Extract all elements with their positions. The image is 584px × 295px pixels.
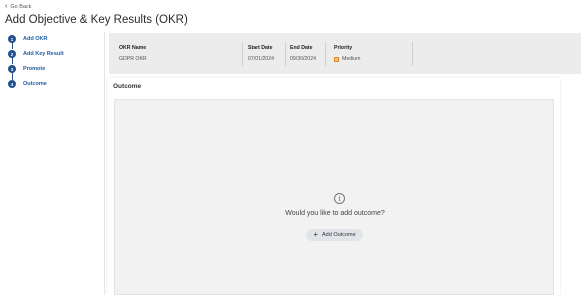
okr-summary-bar: OKR Name GDPR OKR Start Date 07/01/2024 …	[109, 33, 581, 74]
priority-value: Medium	[342, 56, 361, 62]
plus-icon: +	[313, 230, 319, 239]
start-date-label: Start Date	[248, 45, 273, 51]
page-title: Add Objective & Key Results (OKR)	[5, 14, 188, 26]
step-number: 3	[8, 65, 16, 73]
step-promote[interactable]: 3 Promote	[8, 65, 45, 73]
info-icon: i	[334, 193, 345, 204]
step-add-key-result[interactable]: 2 Add Key Result	[8, 50, 64, 58]
end-date-label: End Date	[290, 45, 313, 51]
okr-name-field: OKR Name GDPR OKR	[119, 45, 147, 62]
end-date-field: End Date 09/30/2024	[290, 45, 316, 62]
step-add-okr[interactable]: 1 Add OKR	[8, 35, 47, 43]
step-number: 4	[8, 80, 16, 88]
step-outcome[interactable]: 4 Outcome	[8, 80, 47, 88]
add-outcome-label: Add Outcome	[322, 232, 356, 238]
chevron-left-icon: ‹	[5, 3, 8, 10]
okr-name-value: GDPR OKR	[119, 56, 147, 62]
end-date-value: 09/30/2024	[290, 56, 316, 62]
add-outcome-button[interactable]: + Add Outcome	[306, 229, 363, 241]
outcome-section-title: Outcome	[113, 83, 142, 90]
step-number: 2	[8, 50, 16, 58]
divider	[285, 42, 286, 66]
priority-field: Priority Medium	[334, 45, 360, 62]
priority-square-icon	[334, 56, 339, 62]
start-date-value: 07/01/2024	[248, 56, 274, 62]
okr-name-label: OKR Name	[119, 45, 147, 51]
step-label: Add Key Result	[23, 51, 64, 57]
start-date-field: Start Date 07/01/2024	[248, 45, 274, 62]
divider	[325, 42, 326, 66]
step-number: 1	[8, 35, 16, 43]
divider	[412, 42, 413, 66]
outcome-empty-state: i Would you like to add outcome? + Add O…	[114, 99, 554, 295]
priority-value-row: Medium	[334, 56, 360, 62]
step-label: Add OKR	[23, 36, 48, 42]
step-label: Outcome	[23, 81, 47, 87]
outcome-prompt: Would you like to add outcome?	[285, 210, 385, 217]
step-label: Promote	[23, 66, 46, 72]
outcome-card: Outcome i Would you like to add outcome?…	[107, 78, 560, 295]
go-back-label: Go Back	[10, 3, 32, 10]
stepper-sidebar: 1 Add OKR 2 Add Key Result 3 Promote 4 O…	[0, 32, 105, 295]
priority-label: Priority	[334, 45, 353, 51]
divider	[242, 42, 243, 66]
go-back-link[interactable]: ‹ Go Back	[5, 3, 31, 10]
